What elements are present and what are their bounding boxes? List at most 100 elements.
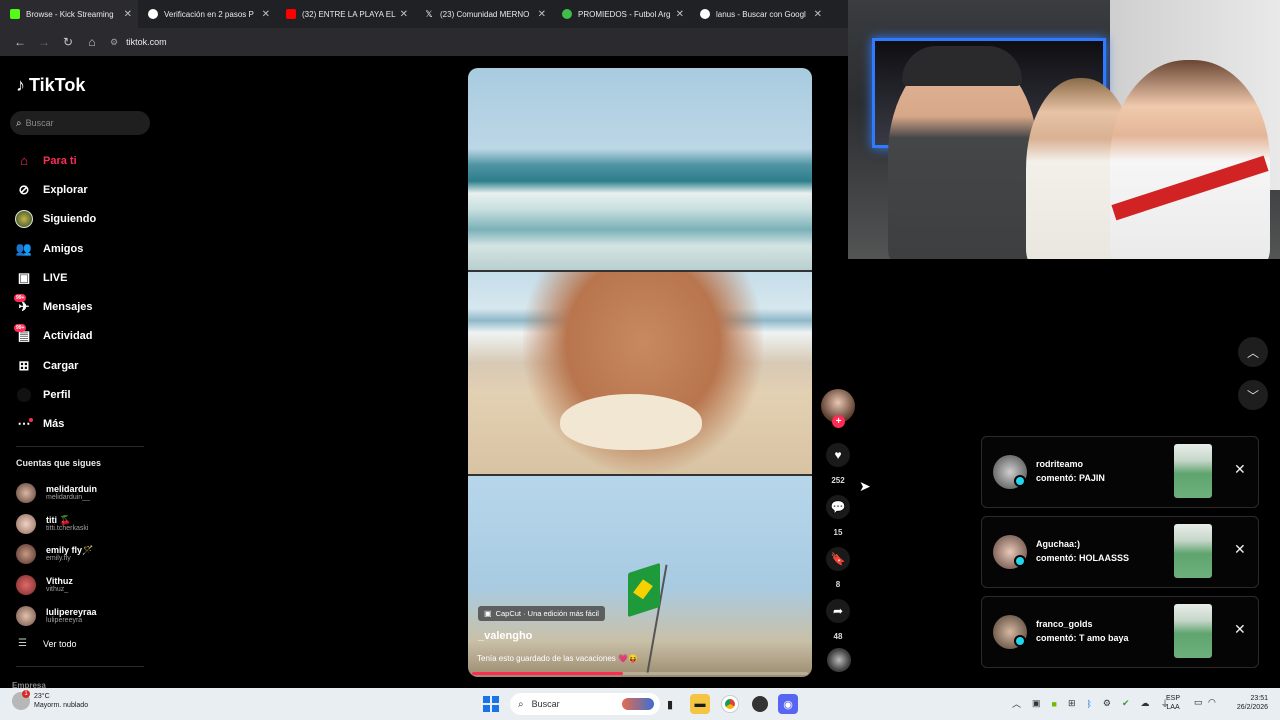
sidebar-item-live[interactable]: ▣ LIVE <box>14 263 154 292</box>
search-input[interactable]: ⌕ Buscar <box>10 111 150 135</box>
comment-notification[interactable]: Aguchaa:) comentó: HOLAASSS ✕ <box>981 516 1259 588</box>
tray-app-icon[interactable]: ▣ <box>1032 698 1041 709</box>
close-icon[interactable]: ✕ <box>1234 621 1246 638</box>
taskbar-search[interactable]: ⌕ Buscar <box>510 693 660 715</box>
following-account[interactable]: lulipereyraa lulipereeyra <box>16 600 156 631</box>
close-icon[interactable]: ✕ <box>1234 541 1246 558</box>
weather-badge: 1 <box>22 690 30 698</box>
bookmark-icon: 🔖 <box>830 552 846 566</box>
close-tab-icon[interactable]: ✕ <box>400 9 408 20</box>
notification-user: Aguchaa:) <box>1036 539 1081 549</box>
tray-chevron-icon[interactable]: ︿ <box>1012 697 1021 710</box>
save-count: 8 <box>835 580 841 589</box>
sidebar-item-siguiendo[interactable]: Siguiendo <box>14 205 154 234</box>
video-progress-bar[interactable] <box>472 672 808 675</box>
tray-app-icon[interactable]: ✔ <box>1122 698 1130 709</box>
clock[interactable]: 23:51 26/2/2026 <box>1226 694 1268 712</box>
following-account[interactable]: Vithuz vithuz_ <box>16 570 156 601</box>
video-frame-beach <box>468 272 812 474</box>
weather-widget[interactable]: 1 23°C Mayorm. nublado <box>12 690 88 710</box>
windows-start-icon[interactable] <box>483 696 499 712</box>
account-handle: lulipereeyra <box>46 616 83 624</box>
obs-icon[interactable] <box>750 694 770 714</box>
tab-kick[interactable]: Browse - Kick Streaming ✕ <box>0 0 138 28</box>
sidebar-item-mas[interactable]: ⋯ Más <box>14 410 154 439</box>
following-account[interactable]: emily fly🪄 emily.fly <box>16 539 156 570</box>
sidebar-item-actividad[interactable]: ▤ 99+ Actividad <box>14 322 154 351</box>
tab-x[interactable]: 𝕏 (23) Comunidad MERNO ✕ <box>414 0 552 28</box>
verified-icon <box>1014 475 1026 487</box>
tray-app-icon[interactable]: ⊞ <box>1068 698 1076 709</box>
video-frame-flag <box>468 476 812 677</box>
close-tab-icon[interactable]: ✕ <box>538 9 546 20</box>
clock-date: 26/2/2026 <box>1236 704 1268 711</box>
sidebar-item-cargar[interactable]: ⊞ Cargar <box>14 351 154 380</box>
close-tab-icon[interactable]: ✕ <box>676 9 684 20</box>
profile-icon <box>14 385 34 405</box>
wifi-icon[interactable]: ◠ <box>1208 697 1216 708</box>
sidebar-item-label: Cargar <box>43 359 79 372</box>
following-list: melidarduin melidarduin__ titi 🍒 titti.tch… <box>16 478 156 631</box>
sidebar-item-label: Actividad <box>43 330 93 343</box>
like-button[interactable]: ♥ <box>826 443 850 467</box>
search-highlight-icon <box>622 698 654 710</box>
tab-title: (32) ENTRE LA PLAYA ELL <box>302 9 396 19</box>
tab-promiedos[interactable]: PROMIEDOS - Futbol Arg ✕ <box>552 0 690 28</box>
notification-text: comentó: HOLAASSS <box>1036 553 1130 563</box>
tiktok-logo[interactable]: ♪ TikTok <box>16 75 85 96</box>
close-tab-icon[interactable]: ✕ <box>262 9 270 20</box>
bluetooth-icon[interactable]: ᛒ <box>1087 699 1092 709</box>
comment-notification[interactable]: rodriteamo comentó: PAJIN ✕ <box>981 436 1259 508</box>
share-button[interactable]: ➦ <box>826 599 850 623</box>
url-text: tiktok.com <box>126 37 167 47</box>
music-disc-icon[interactable] <box>827 648 851 672</box>
capcut-tag[interactable]: ▣ CapCut · Una edición más fácil <box>478 606 605 621</box>
tab-google-search[interactable]: lanus - Buscar con Googl ✕ <box>690 0 828 28</box>
video-author[interactable]: _valengho <box>478 630 532 642</box>
chrome-icon[interactable] <box>720 694 740 714</box>
browser-tab-bar: Browse - Kick Streaming ✕ Verificación e… <box>0 0 848 28</box>
tab-title: Verificación en 2 pasos P <box>164 9 254 19</box>
next-video-button[interactable]: ﹀ <box>1238 380 1268 410</box>
system-tray: ︿ ▣ ■ ⊞ ᛒ ⚙ ✔ ☁ ⏚ <box>1012 697 1181 710</box>
site-info-icon[interactable]: ⚙ <box>110 37 118 48</box>
sidebar-item-perfil[interactable]: Perfil <box>14 380 154 409</box>
tray-app-icon[interactable]: ⚙ <box>1103 698 1111 709</box>
weather-temp: 23°C <box>34 693 50 700</box>
reload-icon[interactable]: ↻ <box>56 30 80 54</box>
close-tab-icon[interactable]: ✕ <box>124 9 132 20</box>
tab-google-verify[interactable]: Verificación en 2 pasos P ✕ <box>138 0 276 28</box>
previous-video-button[interactable]: ︿ <box>1238 337 1268 367</box>
comment-notification[interactable]: franco_golds comentó: T amo baya ✕ <box>981 596 1259 668</box>
url-field[interactable]: ⚙ tiktok.com <box>110 37 167 48</box>
forward-icon[interactable]: → <box>32 30 56 54</box>
tray-app-icon[interactable]: ☁ <box>1141 698 1150 709</box>
see-all-button[interactable]: ☰ Ver todo <box>18 638 77 649</box>
following-account[interactable]: titi 🍒 titti.tcherkaski <box>16 509 156 540</box>
comment-button[interactable]: 💬 <box>826 495 850 519</box>
save-button[interactable]: 🔖 <box>826 547 850 571</box>
follow-plus-icon[interactable]: + <box>832 415 845 428</box>
nvidia-icon[interactable]: ■ <box>1052 699 1057 709</box>
see-all-label: Ver todo <box>42 638 77 649</box>
task-view-icon[interactable]: ▮ <box>660 694 680 714</box>
home-page-icon[interactable]: ⌂ <box>80 30 104 54</box>
discord-icon[interactable]: ◉ <box>778 694 798 714</box>
close-tab-icon[interactable]: ✕ <box>814 9 822 20</box>
sidebar-item-explorar[interactable]: ⊘ Explorar <box>14 175 154 204</box>
language-indicator[interactable]: ESP LAA <box>1166 694 1180 712</box>
sidebar-item-amigos[interactable]: 👥 Amigos <box>14 234 154 263</box>
back-icon[interactable]: ← <box>8 30 32 54</box>
close-icon[interactable]: ✕ <box>1234 461 1246 478</box>
video-caption: Tenía esto guardado de las vacaciones 💗😝 <box>477 654 638 663</box>
sidebar-item-label: LIVE <box>43 271 68 284</box>
video-player[interactable]: ▣ CapCut · Una edición más fácil _valeng… <box>468 68 812 677</box>
display-icon[interactable]: ▭ <box>1194 697 1203 708</box>
following-account[interactable]: melidarduin melidarduin__ <box>16 478 156 509</box>
file-explorer-icon[interactable]: ▬ <box>690 694 710 714</box>
sidebar-item-para-ti[interactable]: ⌂ Para ti <box>14 146 154 175</box>
google-icon <box>148 9 158 19</box>
tab-youtube[interactable]: (32) ENTRE LA PLAYA ELL ✕ <box>276 0 414 28</box>
sidebar-item-mensajes[interactable]: ✈ 99+ Mensajes <box>14 292 154 321</box>
notification-badge: 99+ <box>14 323 27 332</box>
